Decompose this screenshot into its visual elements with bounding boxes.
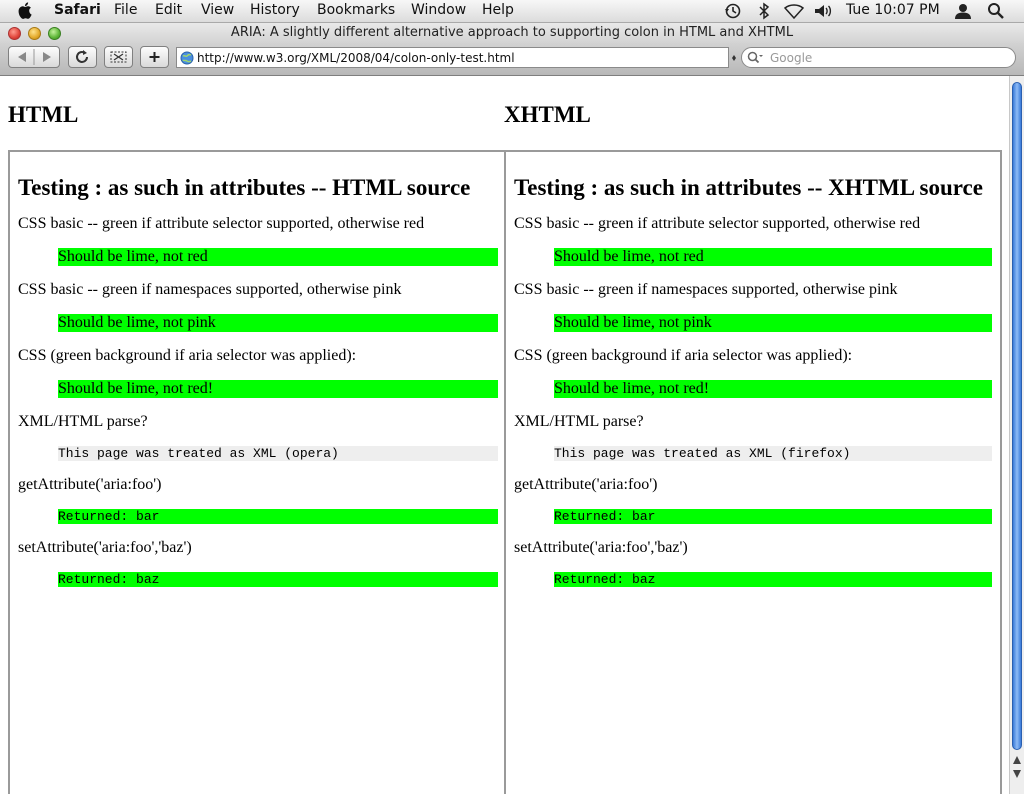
apple-icon[interactable] (18, 1, 34, 19)
user-icon[interactable] (954, 2, 972, 20)
html-heading: HTML (8, 102, 79, 127)
spotlight-icon[interactable] (987, 2, 1005, 20)
globe-icon (180, 51, 194, 65)
snapback-icon[interactable] (731, 54, 737, 62)
menu-edit[interactable]: Edit (155, 2, 182, 18)
parse-label: XML/HTML parse? (18, 413, 148, 430)
xhtml-frame: Testing : as such in attributes -- XHTML… (504, 150, 1002, 794)
namespace-label: CSS basic -- green if namespaces support… (514, 281, 898, 298)
set-attribute-result: Returned: baz (58, 572, 498, 587)
forward-icon (43, 52, 51, 62)
back-forward-group (8, 46, 60, 68)
bluetooth-icon[interactable] (755, 2, 773, 20)
aria-selector-label: CSS (green background if aria selector w… (514, 347, 853, 364)
search-field[interactable]: Google (741, 47, 1016, 68)
namespace-result: Should be lime, not pink (554, 314, 992, 332)
snippet-button[interactable] (104, 46, 133, 68)
browser-toolbar: http://www.w3.org/XML/2008/04/colon-only… (0, 43, 1024, 76)
menu-history[interactable]: History (250, 2, 300, 18)
volume-icon[interactable] (813, 2, 833, 20)
wifi-icon[interactable] (783, 2, 805, 20)
menu-view[interactable]: View (201, 2, 234, 18)
get-attribute-label: getAttribute('aria:foo') (514, 476, 658, 493)
window-title-bar: ARIA: A slightly different alternative a… (0, 23, 1024, 43)
get-attribute-result: Returned: bar (554, 509, 992, 524)
search-icon (747, 51, 763, 64)
scroll-down-arrow-icon[interactable] (1012, 768, 1022, 780)
parse-label: XML/HTML parse? (514, 413, 644, 430)
css-basic-label: CSS basic -- green if attribute selector… (514, 215, 921, 232)
menu-window[interactable]: Window (411, 2, 466, 18)
web-content: HTML XHTML Testing : as such in attribut… (0, 76, 1009, 794)
menu-clock[interactable]: Tue 10:07 PM (846, 2, 940, 18)
minimize-window-button[interactable] (28, 27, 41, 40)
get-attribute-result: Returned: bar (58, 509, 498, 524)
html-frame: Testing : as such in attributes -- HTML … (8, 150, 506, 794)
scrollbar-thumb[interactable] (1012, 82, 1022, 750)
add-bookmark-icon (149, 52, 160, 62)
vertical-scrollbar[interactable] (1009, 76, 1024, 794)
menu-app-safari[interactable]: Safari (54, 2, 101, 18)
aria-selector-label: CSS (green background if aria selector w… (18, 347, 357, 364)
set-attribute-label: setAttribute('aria:foo','baz') (514, 539, 688, 556)
reload-button[interactable] (68, 46, 97, 68)
address-url: http://www.w3.org/XML/2008/04/colon-only… (197, 51, 515, 65)
css-basic-label: CSS basic -- green if attribute selector… (18, 215, 425, 232)
aria-selector-result: Should be lime, not red! (58, 380, 498, 398)
menu-file[interactable]: File (114, 2, 137, 18)
menu-help[interactable]: Help (482, 2, 514, 18)
parse-result: This page was treated as XML (opera) (58, 446, 498, 461)
css-basic-result: Should be lime, not red (58, 248, 498, 266)
menu-bookmarks[interactable]: Bookmarks (317, 2, 395, 18)
scroll-up-arrow-icon[interactable] (1012, 754, 1022, 766)
close-window-button[interactable] (8, 27, 21, 40)
add-bookmark-button[interactable] (140, 46, 169, 68)
zoom-window-button[interactable] (48, 27, 61, 40)
set-attribute-result: Returned: baz (554, 572, 992, 587)
snippet-icon (110, 51, 127, 63)
address-bar[interactable]: http://www.w3.org/XML/2008/04/colon-only… (176, 47, 729, 68)
reload-icon (76, 50, 88, 63)
get-attribute-label: getAttribute('aria:foo') (18, 476, 162, 493)
aria-selector-result: Should be lime, not red! (554, 380, 992, 398)
window-title: ARIA: A slightly different alternative a… (230, 25, 794, 40)
namespace-result: Should be lime, not pink (58, 314, 498, 332)
menu-bar: Safari File Edit View History Bookmarks … (0, 0, 1024, 23)
search-placeholder: Google (770, 51, 813, 65)
html-test-title: Testing : as such in attributes -- HTML … (18, 175, 471, 200)
time-machine-icon[interactable] (724, 2, 742, 20)
set-attribute-label: setAttribute('aria:foo','baz') (18, 539, 192, 556)
xhtml-heading: XHTML (504, 102, 591, 127)
xhtml-test-title: Testing : as such in attributes -- XHTML… (514, 175, 983, 200)
back-icon[interactable] (9, 47, 59, 67)
namespace-label: CSS basic -- green if namespaces support… (18, 281, 402, 298)
parse-result: This page was treated as XML (firefox) (554, 446, 992, 461)
css-basic-result: Should be lime, not red (554, 248, 992, 266)
